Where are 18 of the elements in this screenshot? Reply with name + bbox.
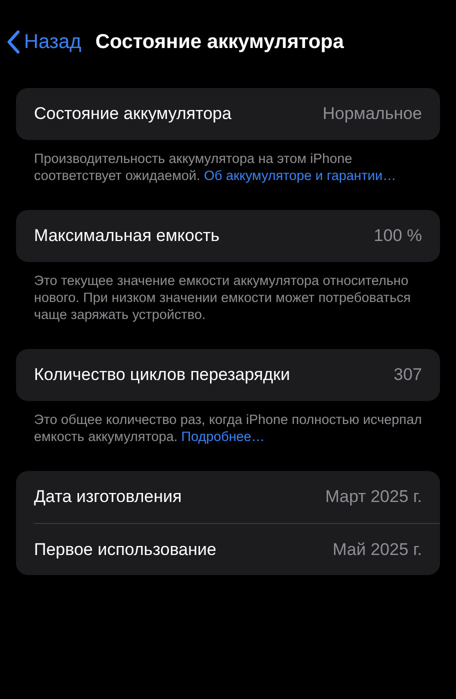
info-link[interactable]: Подробнее… (181, 429, 265, 444)
row-value: 100 % (374, 225, 422, 248)
row-label: Количество циклов перезарядки (34, 364, 290, 386)
footer-note: Это общее количество раз, когда iPhone полностью исчерпал емкость аккумулятора. Подробнее… (33, 411, 423, 445)
footer-note: Производительность аккумулятора на этом iPhone соответствует ожидаемой. Об аккумуляторе и гарантии… (33, 150, 398, 184)
back-button[interactable]: Назад (6, 27, 82, 57)
back-chevron-icon (6, 30, 20, 54)
page-title: Состояние аккумулятора (95, 30, 344, 55)
row-label: Первое использование (34, 538, 216, 561)
row-label: Дата изготовления (34, 486, 182, 508)
row-value: Май 2025 г. (332, 538, 422, 561)
row-value: Нормальное (322, 103, 422, 126)
row-label: Состояние аккумулятора (34, 103, 232, 126)
row-value: Март 2025 г. (325, 486, 422, 508)
info-link[interactable]: Об аккумуляторе и гарантии… (204, 168, 396, 183)
footer-note: Это текущее значение емкости аккумулятора относительно нового. При низком значении емкости может потребоваться чаще заряжать устройство. (33, 272, 412, 323)
row-label: Максимальная емкость (34, 225, 220, 248)
row-value: 307 (394, 364, 422, 386)
